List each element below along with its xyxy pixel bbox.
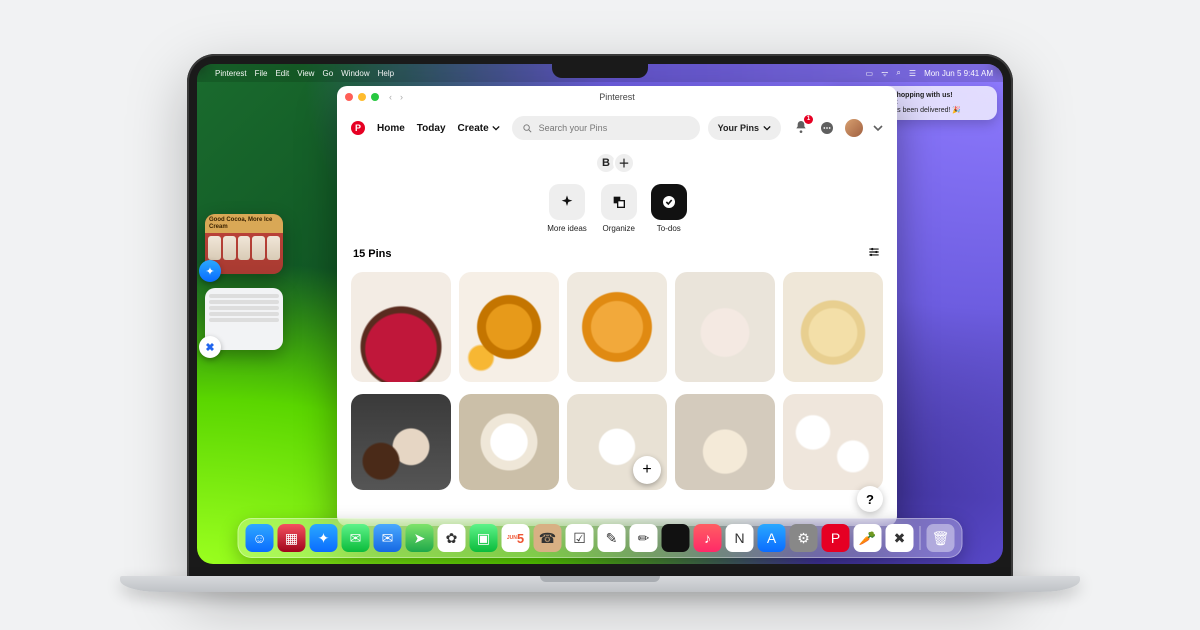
nav-create-label: Create	[458, 123, 489, 134]
search-placeholder: Search your Pins	[539, 123, 608, 133]
pin-thumbnail[interactable]	[675, 272, 775, 382]
pin-thumbnail[interactable]	[567, 272, 667, 382]
menubar-app-name[interactable]: Pinterest	[215, 69, 247, 78]
organize-icon	[611, 194, 627, 210]
dock-settings-icon[interactable]: ⚙	[790, 524, 818, 552]
nav-create[interactable]: Create	[458, 123, 500, 134]
help-button[interactable]: ?	[857, 486, 883, 512]
dock-separator	[920, 526, 921, 550]
dock-messages-icon[interactable]: ✉	[342, 524, 370, 552]
pin-thumbnail[interactable]	[351, 272, 451, 382]
app-bubble-icon[interactable]: ✖	[199, 336, 221, 358]
pin-thumbnail[interactable]	[459, 394, 559, 490]
dock-safari-icon[interactable]: ✦	[310, 524, 338, 552]
dock-appstore-icon[interactable]: A	[758, 524, 786, 552]
board-collaborators[interactable]: B ＋	[599, 152, 635, 174]
dock-photos-icon[interactable]: ✿	[438, 524, 466, 552]
dock-tv-icon[interactable]	[662, 524, 690, 552]
fullscreen-icon[interactable]	[371, 93, 379, 101]
menubar-item-help[interactable]: Help	[378, 69, 394, 78]
sparkle-icon	[559, 194, 575, 210]
dock-instacart-icon[interactable]: 🥕	[854, 524, 882, 552]
search-input[interactable]: Search your Pins	[512, 116, 700, 140]
pin-thumbnail[interactable]	[675, 394, 775, 490]
your-pins-label: Your Pins	[718, 123, 759, 133]
add-pin-fab[interactable]: +	[633, 456, 661, 484]
todos-label: To-dos	[657, 224, 681, 233]
nav-today[interactable]: Today	[417, 123, 446, 134]
add-collaborator-icon[interactable]: ＋	[613, 152, 635, 174]
menubar-item-view[interactable]: View	[297, 69, 314, 78]
dock-confluence-icon[interactable]: ✖	[886, 524, 914, 552]
nav-back-icon[interactable]: ‹	[389, 92, 392, 102]
laptop-base	[120, 576, 1080, 592]
display-notch	[552, 64, 648, 78]
organize-button[interactable]: Organize	[601, 184, 637, 233]
messages-icon[interactable]	[819, 120, 835, 136]
chevron-down-icon	[763, 124, 771, 132]
app-navbar: P Home Today Create Search your Pins You…	[337, 108, 897, 148]
window-titlebar[interactable]: ‹ › Pinterest	[337, 86, 897, 108]
notification-badge: 1	[804, 115, 813, 124]
pinterest-logo-icon[interactable]: P	[351, 121, 365, 135]
pin-thumbnail[interactable]	[783, 394, 883, 490]
menubar-clock[interactable]: Mon Jun 5 9:41 AM	[924, 69, 993, 78]
todos-button[interactable]: To-dos	[651, 184, 687, 233]
widget-title: Good Cocoa, More Ice Cream	[205, 214, 283, 233]
minimize-icon[interactable]	[358, 93, 366, 101]
pin-thumbnail[interactable]	[783, 272, 883, 382]
menubar-item-go[interactable]: Go	[322, 69, 333, 78]
pin-count: 15 Pins	[353, 248, 392, 260]
account-menu-chevron-icon[interactable]	[873, 123, 883, 133]
dock-pinterest-icon[interactable]: P	[822, 524, 850, 552]
notifications-button[interactable]: 1	[793, 119, 809, 138]
dock-finder-icon[interactable]: ☺	[246, 524, 274, 552]
window-title: Pinterest	[337, 92, 897, 102]
pin-thumbnail[interactable]: +	[567, 394, 667, 490]
nav-home[interactable]: Home	[377, 123, 405, 134]
profile-avatar[interactable]	[845, 119, 863, 137]
dock-news-icon[interactable]: N	[726, 524, 754, 552]
more-ideas-label: More ideas	[547, 224, 587, 233]
pin-thumbnail[interactable]	[459, 272, 559, 382]
close-icon[interactable]	[345, 93, 353, 101]
chevron-down-icon	[492, 124, 500, 132]
menubar-item-window[interactable]: Window	[341, 69, 369, 78]
nav-forward-icon[interactable]: ›	[400, 92, 403, 102]
your-pins-dropdown[interactable]: Your Pins	[708, 116, 781, 140]
laptop-frame: Pinterest File Edit View Go Window Help …	[187, 54, 1013, 584]
pin-thumbnail[interactable]	[351, 394, 451, 490]
more-ideas-button[interactable]: More ideas	[547, 184, 587, 233]
check-circle-icon	[661, 194, 677, 210]
dock-facetime-icon[interactable]: ▣	[470, 524, 498, 552]
dock-notes-icon[interactable]: ✎	[598, 524, 626, 552]
control-center-icon[interactable]: ☰	[909, 69, 916, 78]
search-icon	[522, 123, 533, 134]
dock-freeform-icon[interactable]: ✏	[630, 524, 658, 552]
safari-bubble-icon[interactable]: ✦	[199, 260, 221, 282]
dock-music-icon[interactable]: ♪	[694, 524, 722, 552]
dock-contacts-icon[interactable]: ☎	[534, 524, 562, 552]
dock-launchpad-icon[interactable]: ▦	[278, 524, 306, 552]
dock-reminders-icon[interactable]: ☑	[566, 524, 594, 552]
dock-maps-icon[interactable]: ➤	[406, 524, 434, 552]
desktop-screen: Pinterest File Edit View Go Window Help …	[197, 64, 1003, 564]
dock-mail-icon[interactable]: ✉	[374, 524, 402, 552]
filter-button[interactable]	[867, 245, 881, 262]
board-header: B ＋ More ideas Organize To-dos	[337, 148, 897, 241]
battery-icon[interactable]: ▭	[866, 69, 874, 78]
search-status-icon[interactable]: ⌕	[896, 68, 900, 78]
window-traffic-lights[interactable]	[345, 93, 379, 101]
sliders-icon	[867, 245, 881, 259]
wifi-icon[interactable]: ᯤ	[881, 68, 888, 79]
menubar-item-file[interactable]: File	[255, 69, 268, 78]
dock-calendar-icon[interactable]: JUN5	[502, 524, 530, 552]
dock-trash-icon[interactable]: 🗑	[927, 524, 955, 552]
pinterest-window: ‹ › Pinterest P Home Today Create Search…	[337, 86, 897, 526]
organize-label: Organize	[603, 224, 635, 233]
macos-dock: ☺▦✦✉✉➤✿▣JUN5☎☑✎✏♪NA⚙P🥕✖🗑	[238, 518, 963, 558]
menubar-item-edit[interactable]: Edit	[275, 69, 289, 78]
